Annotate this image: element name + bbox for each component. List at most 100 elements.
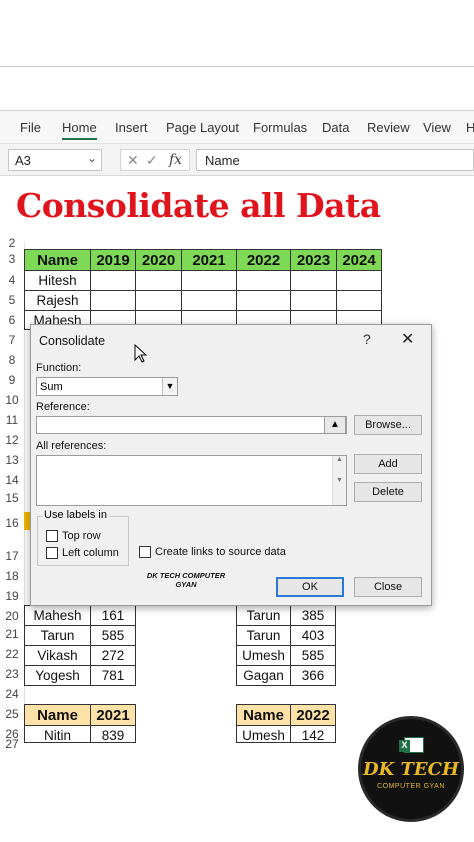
- all-references-list[interactable]: ▲ ▼: [36, 455, 347, 506]
- help-icon[interactable]: ?: [363, 331, 371, 347]
- formula-input[interactable]: Name: [196, 149, 474, 171]
- row-number[interactable]: 9: [0, 373, 24, 387]
- top-row-checkbox[interactable]: [46, 530, 58, 542]
- table-cell[interactable]: Mahesh: [24, 605, 91, 626]
- browse-button[interactable]: Browse...: [354, 415, 422, 435]
- header-name-2021[interactable]: Name: [24, 704, 91, 726]
- row-number[interactable]: 15: [0, 491, 24, 505]
- row-number[interactable]: 4: [0, 273, 24, 287]
- row-number[interactable]: 13: [0, 453, 24, 467]
- table-cell[interactable]: Tarun: [236, 605, 291, 626]
- row-number[interactable]: 8: [0, 353, 24, 367]
- row-number[interactable]: 22: [0, 647, 24, 661]
- row-number[interactable]: 2: [0, 236, 24, 250]
- header-year-2021[interactable]: 2021: [90, 704, 136, 726]
- tab-page-layout[interactable]: Page Layout: [166, 120, 239, 135]
- table-cell[interactable]: [90, 270, 136, 291]
- row-number[interactable]: 21: [0, 627, 24, 641]
- header-2021[interactable]: 2021: [181, 249, 237, 271]
- row-number[interactable]: 12: [0, 433, 24, 447]
- left-column-checkbox[interactable]: [46, 547, 58, 559]
- row-number[interactable]: 10: [0, 393, 24, 407]
- collapse-dialog-icon[interactable]: ▲: [324, 416, 346, 434]
- check-icon[interactable]: ✓: [146, 152, 158, 169]
- table-cell[interactable]: Vikash: [24, 645, 91, 666]
- chevron-down-icon[interactable]: ▼: [162, 378, 177, 395]
- table-cell[interactable]: 142: [290, 725, 336, 743]
- table-cell[interactable]: [236, 290, 291, 311]
- table-cell[interactable]: 585: [90, 625, 136, 646]
- row-number[interactable]: 23: [0, 667, 24, 681]
- table-cell[interactable]: [236, 270, 291, 291]
- tab-review[interactable]: Review: [367, 120, 410, 135]
- row-number[interactable]: 18: [0, 569, 24, 583]
- row-number[interactable]: 7: [0, 333, 24, 347]
- header-2024[interactable]: 2024: [336, 249, 382, 271]
- function-dropdown[interactable]: Sum ▼: [36, 377, 178, 396]
- row-number[interactable]: 11: [0, 413, 24, 427]
- row-number[interactable]: 3: [0, 252, 24, 266]
- table-cell[interactable]: 366: [290, 665, 336, 686]
- close-icon[interactable]: ✕: [401, 329, 414, 349]
- row-number[interactable]: 14: [0, 473, 24, 487]
- table-cell[interactable]: Umesh: [236, 725, 291, 743]
- header-name[interactable]: Name: [24, 249, 91, 271]
- name-cell[interactable]: Rajesh: [24, 290, 91, 311]
- table-cell[interactable]: 839: [90, 725, 136, 743]
- chevron-down-icon[interactable]: ⌄: [87, 151, 97, 165]
- table-cell[interactable]: [181, 270, 237, 291]
- tab-file[interactable]: File: [20, 120, 41, 135]
- tab-home[interactable]: Home: [62, 120, 97, 140]
- row-number[interactable]: 17: [0, 549, 24, 563]
- row-number[interactable]: 16: [0, 516, 24, 530]
- table-cell[interactable]: 403: [290, 625, 336, 646]
- table-cell[interactable]: Umesh: [236, 645, 291, 666]
- table-cell[interactable]: [290, 290, 337, 311]
- header-2019[interactable]: 2019: [90, 249, 136, 271]
- table-cell[interactable]: [290, 270, 337, 291]
- tab-insert[interactable]: Insert: [115, 120, 148, 135]
- tab-view[interactable]: View: [423, 120, 451, 135]
- row-number[interactable]: 19: [0, 589, 24, 603]
- header-2023[interactable]: 2023: [290, 249, 337, 271]
- tab-data[interactable]: Data: [322, 120, 349, 135]
- table-cell[interactable]: Nitin: [24, 725, 91, 743]
- table-cell[interactable]: [135, 290, 182, 311]
- table-cell[interactable]: Tarun: [236, 625, 291, 646]
- row-number[interactable]: 25: [0, 707, 24, 721]
- table-cell[interactable]: [336, 270, 382, 291]
- table-cell[interactable]: Tarun: [24, 625, 91, 646]
- table-cell[interactable]: [181, 290, 237, 311]
- name-box[interactable]: A3 ⌄: [8, 149, 102, 171]
- table-cell[interactable]: 585: [290, 645, 336, 666]
- row-number[interactable]: 20: [0, 609, 24, 623]
- row-number[interactable]: 24: [0, 687, 24, 701]
- delete-button[interactable]: Delete: [354, 482, 422, 502]
- close-button[interactable]: Close: [354, 577, 422, 597]
- function-icon[interactable]: fx: [169, 152, 182, 168]
- tab-help[interactable]: H: [466, 120, 474, 135]
- table-cell[interactable]: [336, 290, 382, 311]
- table-cell[interactable]: Yogesh: [24, 665, 91, 686]
- create-links-checkbox[interactable]: [139, 546, 151, 558]
- reference-input[interactable]: [36, 416, 347, 434]
- cancel-icon[interactable]: ✕: [127, 152, 139, 169]
- header-2022[interactable]: 2022: [236, 249, 291, 271]
- table-cell[interactable]: Gagan: [236, 665, 291, 686]
- tab-formulas[interactable]: Formulas: [253, 120, 307, 135]
- header-year-2022[interactable]: 2022: [290, 704, 336, 726]
- table-cell[interactable]: [90, 290, 136, 311]
- ok-button[interactable]: OK: [276, 577, 344, 597]
- row-number[interactable]: 5: [0, 293, 24, 307]
- row-number[interactable]: 6: [0, 313, 24, 327]
- table-cell[interactable]: 161: [90, 605, 136, 626]
- table-cell[interactable]: 272: [90, 645, 136, 666]
- scrollbar[interactable]: ▲ ▼: [332, 456, 346, 505]
- table-cell[interactable]: 781: [90, 665, 136, 686]
- header-2020[interactable]: 2020: [135, 249, 182, 271]
- header-name-2022[interactable]: Name: [236, 704, 291, 726]
- name-cell[interactable]: Hitesh: [24, 270, 91, 291]
- table-cell[interactable]: 385: [290, 605, 336, 626]
- add-button[interactable]: Add: [354, 454, 422, 474]
- table-cell[interactable]: [135, 270, 182, 291]
